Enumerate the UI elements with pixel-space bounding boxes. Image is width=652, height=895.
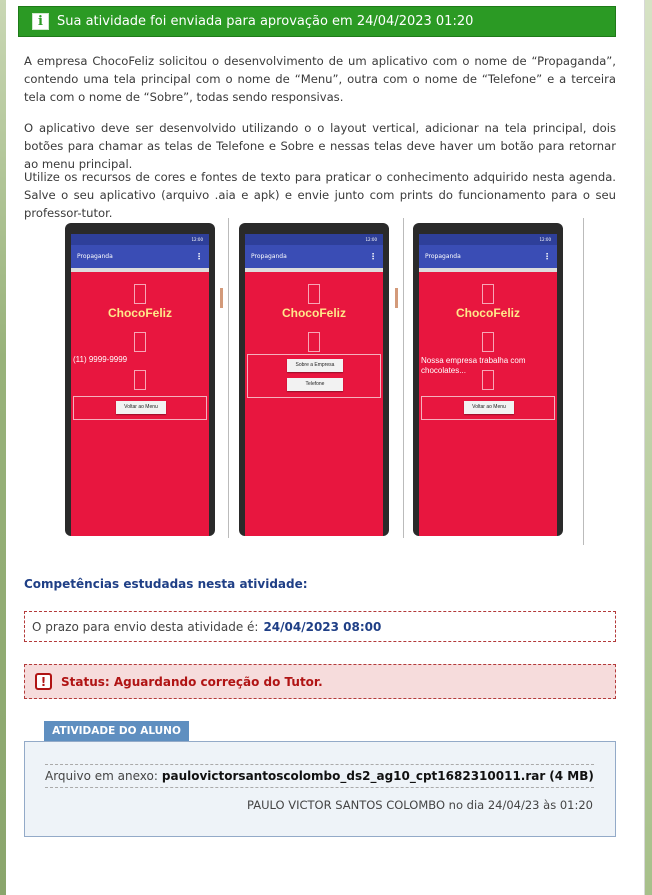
instructions-paragraph-3: Utilize os recursos de cores e fontes de… <box>24 170 616 220</box>
placeholder-box <box>134 284 146 304</box>
submission-byline: PAULO VICTOR SANTOS COLOMBO no dia 24/04… <box>247 798 593 812</box>
placeholder-box <box>308 332 320 352</box>
divider <box>228 218 229 538</box>
phone-screenshot-sobre: 12:00 Propaganda ⋮ ChocoFeliz Nossa empr… <box>413 223 563 536</box>
phone-status-bar: 12:00 <box>245 234 383 245</box>
tab-atividade-aluno[interactable]: ATIVIDADE DO ALUNO <box>44 721 189 741</box>
submission-banner: i Sua atividade foi enviada para aprovaç… <box>18 6 616 37</box>
brand-text: ChocoFeliz <box>107 306 172 320</box>
phone-app-bar: Propaganda ⋮ <box>245 245 383 268</box>
divider <box>403 218 404 538</box>
attachment-file-size: (4 MB) <box>549 769 594 783</box>
placeholder-box <box>308 284 320 304</box>
alert-icon: ! <box>35 673 52 690</box>
phone-screenshot-menu: 12:00 Propaganda ⋮ ChocoFeliz Sobre a Em… <box>239 223 389 536</box>
phone-screen: 12:00 Propaganda ⋮ ChocoFeliz Sobre a Em… <box>245 234 383 536</box>
status-text: Status: Aguardando correção do Tutor. <box>61 674 323 689</box>
placeholder-box <box>482 332 494 352</box>
deadline-box: O prazo para envio desta atividade é: 24… <box>24 611 616 642</box>
student-activity-box: Arquivo em anexo: paulovictorsantoscolom… <box>24 741 616 837</box>
side-handle <box>220 288 223 308</box>
placeholder-box <box>482 370 494 390</box>
attachment-file-link[interactable]: paulovictorsantoscolombo_ds2_ag10_cpt168… <box>162 769 545 783</box>
sobre-empresa-button: Sobre a Empresa <box>287 359 343 372</box>
kebab-menu-icon: ⋮ <box>195 252 203 261</box>
phone-app-bar: Propaganda ⋮ <box>71 245 209 268</box>
kebab-menu-icon: ⋮ <box>369 252 377 261</box>
attachment-label: Arquivo em anexo: <box>45 769 158 783</box>
attachment-row: Arquivo em anexo: paulovictorsantoscolom… <box>45 764 594 788</box>
divider <box>583 218 584 545</box>
placeholder-box <box>482 284 494 304</box>
status-box: ! Status: Aguardando correção do Tutor. <box>24 664 616 699</box>
instructions-paragraph-2: O aplicativo deve ser desenvolvido utili… <box>24 121 616 171</box>
app-title: Propaganda <box>77 253 113 260</box>
phone-screen: 12:00 Propaganda ⋮ ChocoFeliz Nossa empr… <box>419 234 557 536</box>
voltar-menu-button: Voltar ao Menu <box>116 401 166 414</box>
app-bar-shadow <box>71 268 209 272</box>
instructions-paragraph-1: A empresa ChocoFeliz solicitou o desenvo… <box>24 54 616 104</box>
brand-text: ChocoFeliz <box>455 306 520 320</box>
kebab-menu-icon: ⋮ <box>543 252 551 261</box>
app-title: Propaganda <box>425 253 461 260</box>
right-background <box>645 0 652 895</box>
deadline-label: O prazo para envio desta atividade é: <box>32 619 259 634</box>
app-bar-shadow <box>245 268 383 272</box>
app-bar-shadow <box>419 268 557 272</box>
voltar-menu-button: Voltar ao Menu <box>464 401 514 414</box>
telefone-button: Telefone <box>287 378 343 391</box>
phone-screen: 12:00 Propaganda ⋮ ChocoFeliz (11) 9999-… <box>71 234 209 536</box>
placeholder-box <box>134 332 146 352</box>
info-icon: i <box>32 13 49 30</box>
phone-screenshot-telefone: 12:00 Propaganda ⋮ ChocoFeliz (11) 9999-… <box>65 223 215 536</box>
phone-status-bar: 12:00 <box>419 234 557 245</box>
banner-text: Sua atividade foi enviada para aprovação… <box>57 14 474 29</box>
deadline-value: 24/04/2023 08:00 <box>263 619 382 634</box>
side-handle <box>395 288 398 308</box>
brand-text: ChocoFeliz <box>281 306 346 320</box>
competencias-title: Competências estudadas nesta atividade: <box>24 577 308 591</box>
phone-status-bar: 12:00 <box>71 234 209 245</box>
phone-app-bar: Propaganda ⋮ <box>419 245 557 268</box>
phone-number-text: (11) 9999-9999 <box>73 355 128 364</box>
app-title: Propaganda <box>251 253 287 260</box>
app-screenshots: 12:00 Propaganda ⋮ ChocoFeliz (11) 9999-… <box>65 218 585 545</box>
placeholder-box <box>134 370 146 390</box>
